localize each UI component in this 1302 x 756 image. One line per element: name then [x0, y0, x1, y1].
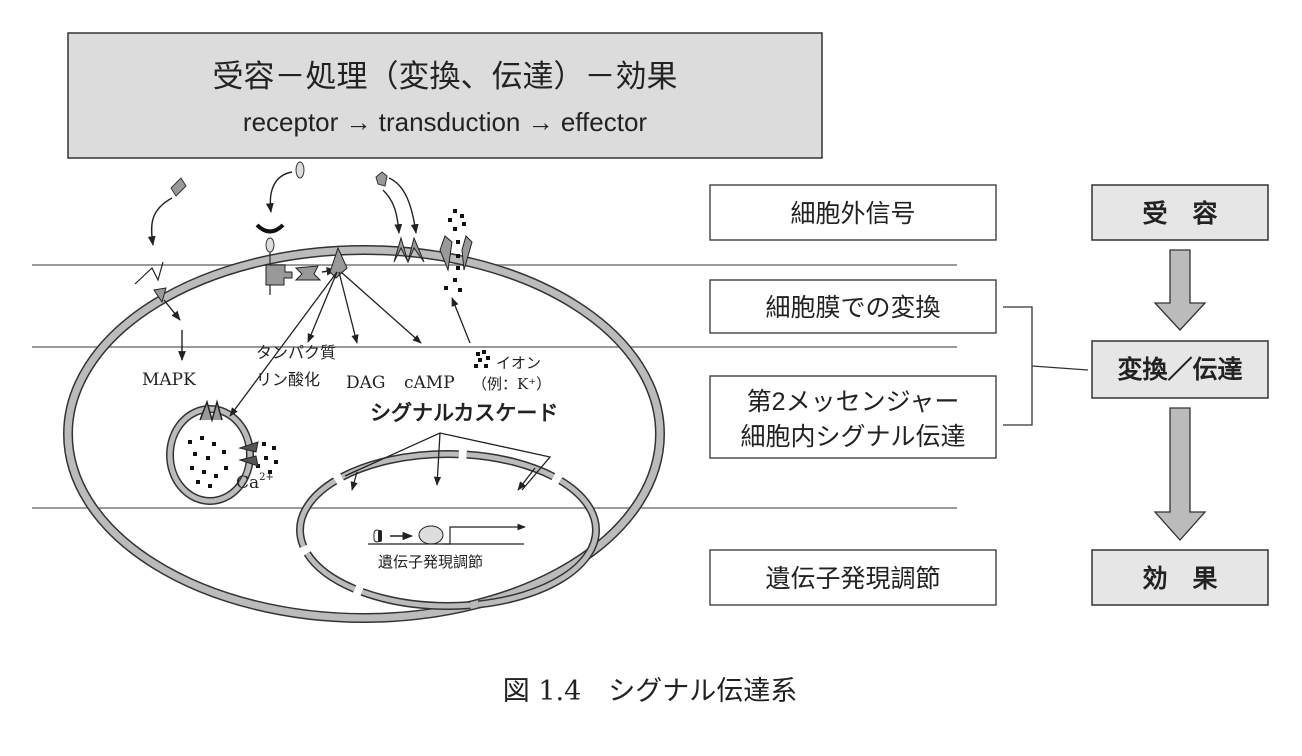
flow-arrow-down-icon [1153, 249, 1207, 331]
flow-box-effect: 効 果 [1091, 549, 1269, 606]
label-gene-regulation: 遺伝子発現調節 [378, 553, 483, 571]
figure-caption: 図 1.4 シグナル伝達系 [503, 676, 798, 707]
stage-box-second-messenger: 第2メッセンジャー 細胞内シグナル伝達 [709, 375, 997, 459]
cell-membrane [63, 245, 665, 623]
flow-label: 効 果 [1142, 564, 1217, 593]
stage-label: 細胞外信号 [790, 200, 915, 228]
stage-box-gene: 遺伝子発現調節 [709, 549, 997, 606]
ligand-icon [375, 171, 388, 187]
ion-dots [444, 209, 490, 368]
stage-label: 遺伝子発現調節 [765, 565, 940, 593]
label-ion-example: （例：K⁺） [472, 375, 551, 393]
header-box: 受容－処理（変換、伝達）－効果 receptor → transduction … [67, 32, 823, 159]
bracket-connector [1003, 306, 1033, 426]
flow-box-reception: 受 容 [1091, 184, 1269, 241]
label-phosphorylation: リン酸化 [256, 370, 320, 389]
label-dag: DAG [346, 373, 386, 393]
label-camp: cAMP [404, 373, 455, 393]
vesicle [166, 399, 278, 505]
flow-box-transduction: 変換／伝達 [1091, 340, 1269, 399]
stage-label-2: 細胞内シグナル伝達 [740, 423, 965, 451]
stage-label: 細胞膜での変換 [765, 294, 940, 322]
flow-arrow-down-icon [1153, 407, 1207, 541]
stage-label: 第2メッセンジャー [747, 388, 960, 416]
header-subtitle: receptor → transduction → effector [243, 107, 647, 137]
stage-box-membrane: 細胞膜での変換 [709, 279, 997, 334]
receptor-tyrosine-kinase [134, 177, 187, 361]
ligand-oval-icon [295, 161, 305, 179]
stage-box-extracellular: 細胞外信号 [709, 184, 997, 241]
flow-label: 受 容 [1142, 199, 1217, 228]
label-ion: イオン [496, 354, 541, 372]
signal-transduction-diagram: 受容－処理（変換、伝達）－効果 receptor → transduction … [32, 32, 1269, 707]
label-protein: タンパク質 [256, 343, 336, 362]
ion-channel [439, 209, 490, 368]
label-signal-cascade: シグナルカスケード [370, 400, 558, 425]
label-mapk: MAPK [142, 370, 196, 390]
label-calcium: Ca2+ [236, 472, 274, 493]
bracket-pointer [1031, 365, 1089, 371]
flow-label: 変換／伝達 [1117, 355, 1242, 384]
nucleus [296, 450, 600, 610]
header-title: 受容－処理（変換、伝達）－効果 [213, 59, 678, 94]
ligand-diamond-icon [170, 177, 187, 197]
gene-expression [368, 523, 526, 545]
